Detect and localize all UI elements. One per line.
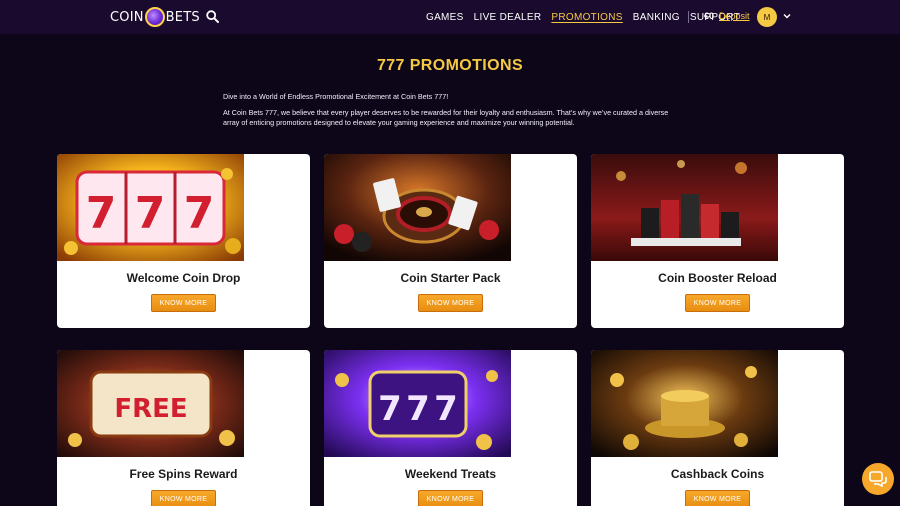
promo-card-cashback[interactable]: Cashback Coins KNOW MORE — [591, 350, 844, 506]
know-more-button[interactable]: KNOW MORE — [685, 490, 750, 506]
promo-card-booster[interactable]: Coin Booster Reload KNOW MORE — [591, 154, 844, 328]
promo-card-starter[interactable]: Coin Starter Pack KNOW MORE — [324, 154, 577, 328]
know-more-button[interactable]: KNOW MORE — [151, 490, 216, 506]
svg-text:7: 7 — [184, 188, 215, 239]
nav-games[interactable]: GAMES — [426, 12, 464, 23]
promo-title: Weekend Treats — [404, 467, 497, 481]
nav-banking[interactable]: BANKING — [633, 12, 680, 23]
logo-text-left: COIN — [110, 9, 144, 25]
svg-text:7: 7 — [434, 389, 458, 429]
know-more-button[interactable]: KNOW MORE — [418, 490, 483, 506]
chat-icon — [869, 471, 887, 487]
promo-image-slot-777: 7 7 7 — [57, 154, 244, 261]
main-nav: GAMES LIVE DEALER PROMOTIONS BANKING SUP… — [426, 0, 750, 34]
svg-text:7: 7 — [86, 188, 117, 239]
nav-promotions[interactable]: PROMOTIONS — [551, 12, 622, 23]
promo-image-roulette — [324, 154, 511, 261]
header-divider — [688, 11, 689, 23]
balance-amount: €0 — [704, 11, 715, 21]
intro-text: Dive into a World of Endless Promotional… — [223, 92, 683, 135]
know-more-button[interactable]: KNOW MORE — [151, 294, 216, 312]
chevron-down-icon[interactable] — [783, 12, 791, 20]
promo-card-weekend[interactable]: 7 7 7 Weekend Treats KNOW MORE — [324, 350, 577, 506]
svg-text:7: 7 — [135, 188, 166, 239]
promo-title: Free Spins Reward — [129, 467, 238, 481]
nav-live-dealer[interactable]: LIVE DEALER — [474, 12, 542, 23]
promo-image-chips — [591, 154, 778, 261]
promo-card-free-spins[interactable]: FREE Free Spins Reward KNOW MORE — [57, 350, 310, 506]
chat-button[interactable] — [862, 463, 894, 495]
know-more-button[interactable]: KNOW MORE — [418, 294, 483, 312]
promo-image-coins — [591, 350, 778, 457]
promo-image-purple-slot: 7 7 7 — [324, 350, 511, 457]
know-more-button[interactable]: KNOW MORE — [685, 294, 750, 312]
promo-card-welcome[interactable]: 7 7 7 Welcome Coin Drop KNOW MORE — [57, 154, 310, 328]
promo-title: Coin Starter Pack — [400, 271, 501, 285]
svg-text:7: 7 — [378, 389, 402, 429]
intro-paragraph-2: At Coin Bets 777, we believe that every … — [223, 108, 669, 128]
promo-title: Welcome Coin Drop — [126, 271, 241, 285]
top-header: COIN BETS GAMES LIVE DEALER PROMOTIONS B… — [0, 0, 900, 34]
page-title: 777 PROMOTIONS — [376, 57, 524, 74]
intro-paragraph-1: Dive into a World of Endless Promotional… — [223, 92, 449, 101]
logo-coin-icon — [144, 7, 165, 27]
promo-image-free-slot: FREE — [57, 350, 244, 457]
svg-text:7: 7 — [406, 389, 430, 429]
svg-text:FREE: FREE — [114, 394, 187, 424]
promo-title: Cashback Coins — [670, 467, 765, 481]
logo-text-right: BETS — [165, 9, 200, 25]
site-logo[interactable]: COIN BETS — [110, 5, 200, 29]
user-avatar[interactable]: M — [757, 7, 777, 27]
deposit-link[interactable]: Deposit — [719, 11, 750, 21]
promo-title: Coin Booster Reload — [658, 271, 777, 285]
search-icon[interactable] — [206, 10, 219, 23]
